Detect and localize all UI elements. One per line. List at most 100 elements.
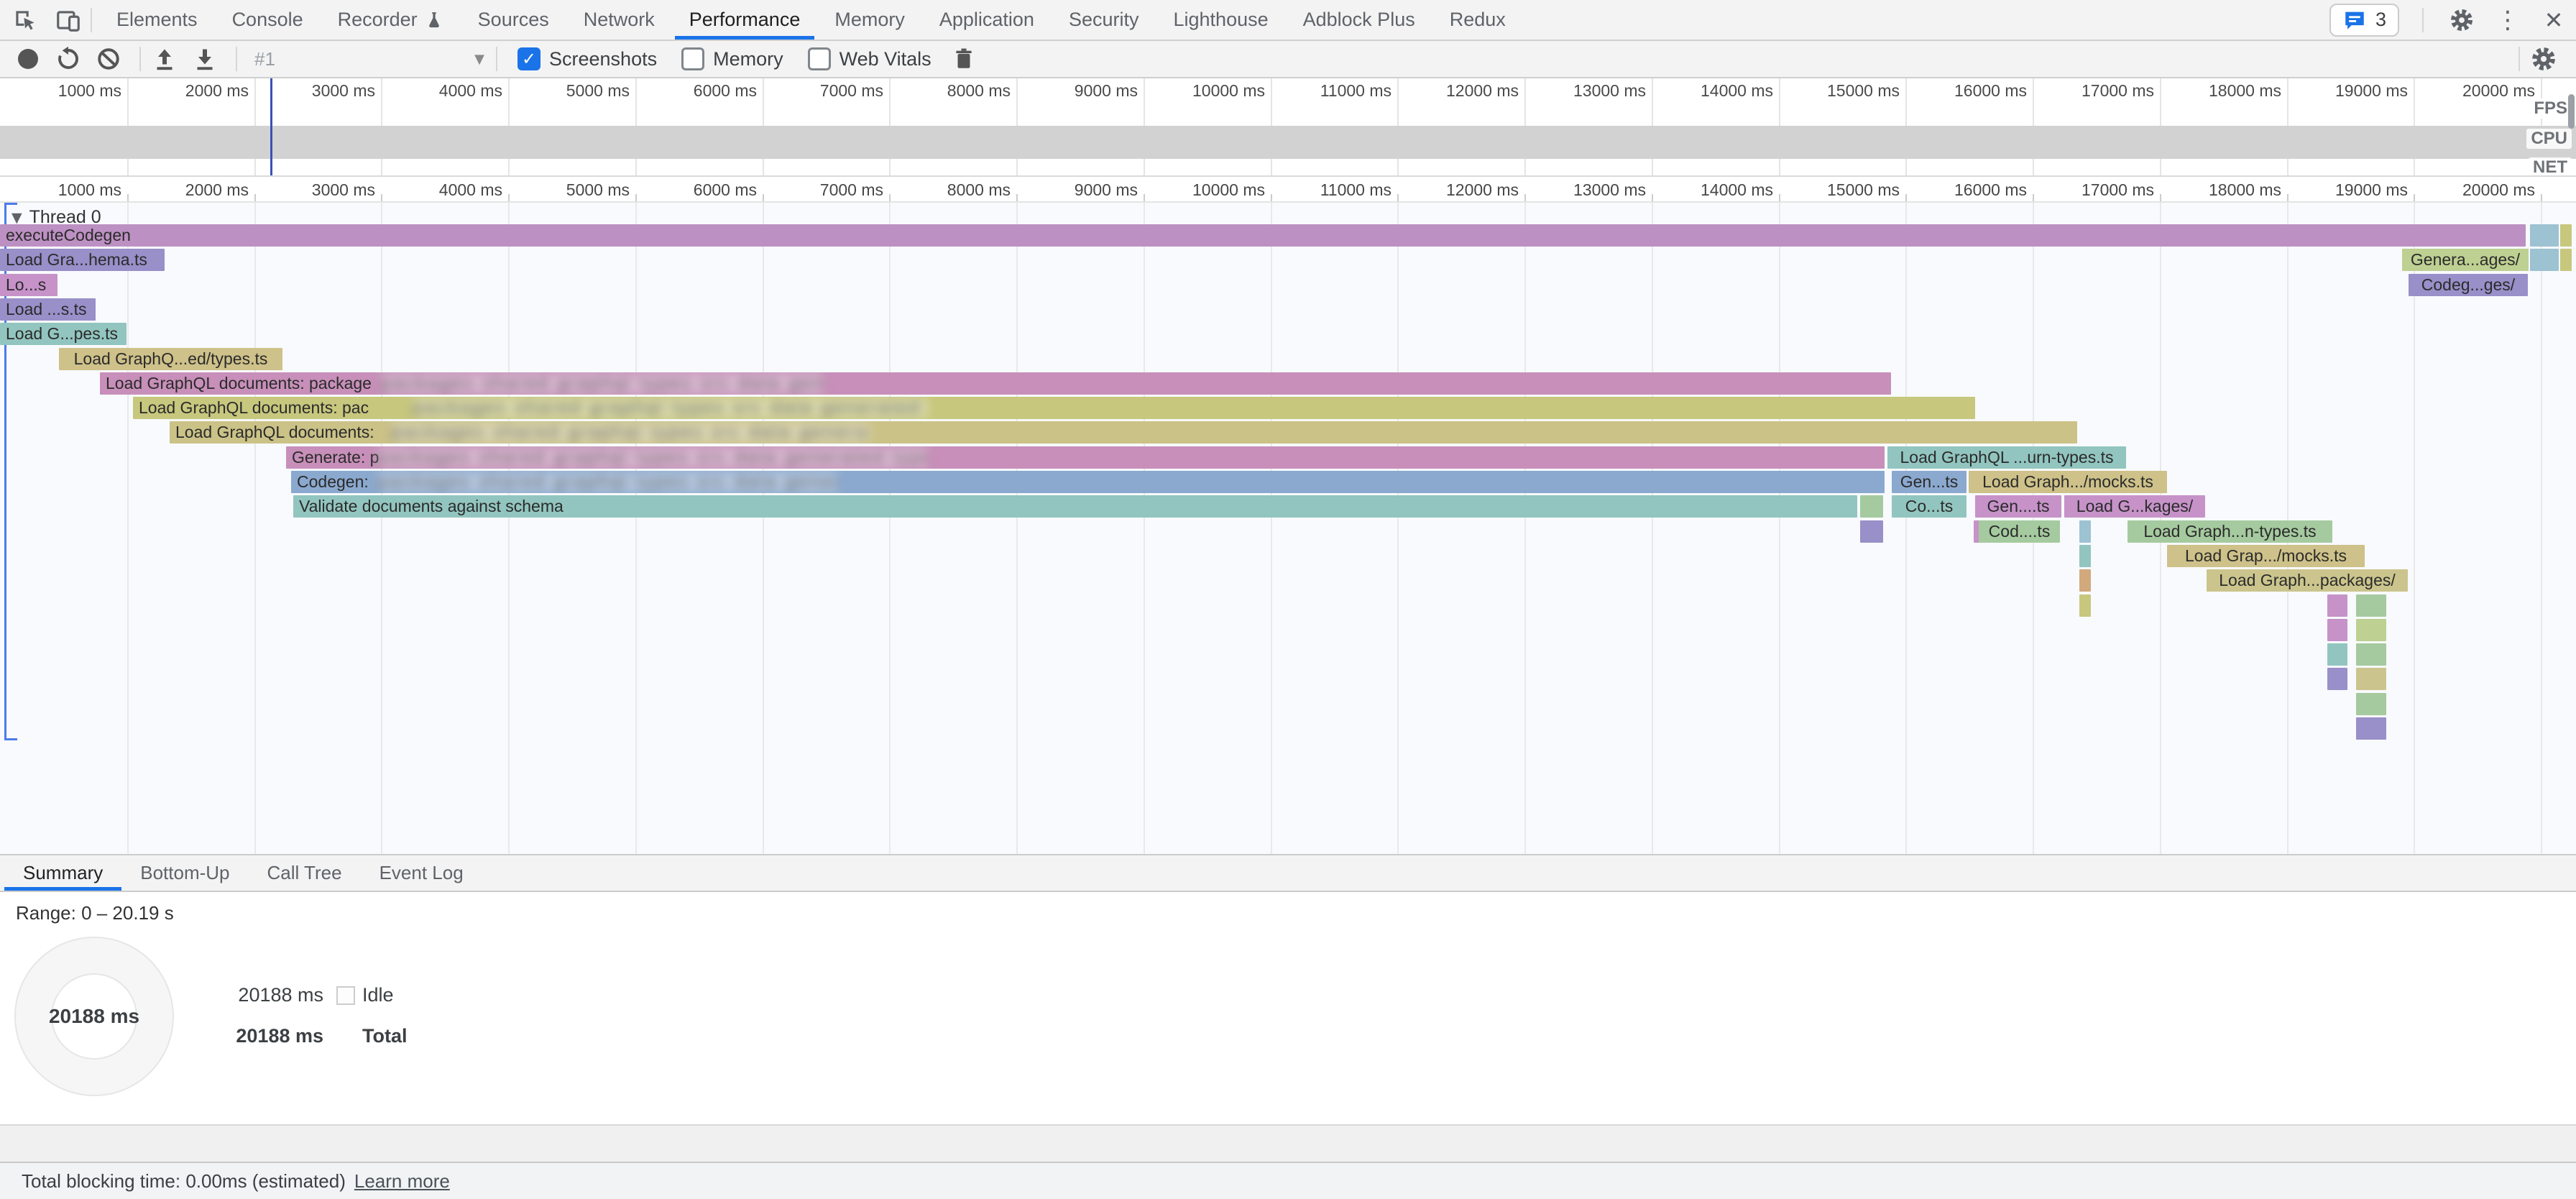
flame-bar-genera-ages[interactable]: Genera...ages/ — [2402, 249, 2529, 271]
flame-bar[interactable] — [2356, 619, 2386, 641]
flame-bar-cod-ts[interactable]: Cod....ts — [1979, 520, 2060, 543]
device-toolbar-icon[interactable] — [53, 5, 83, 35]
ruler-tick-label: 4000 ms — [395, 180, 502, 200]
flame-bar-gen-ts[interactable]: Gen....ts — [1975, 495, 2061, 518]
save-profile-icon[interactable] — [188, 42, 221, 75]
details-tab-call-tree[interactable]: Call Tree — [249, 855, 361, 891]
tab-network[interactable]: Network — [566, 0, 672, 40]
checkbox-memory[interactable]: Memory — [681, 47, 783, 70]
flame-bar-load-graphql-urn-types-ts[interactable]: Load GraphQL ...urn-types.ts — [1887, 446, 2126, 469]
flame-bar-co-ts[interactable]: Co...ts — [1892, 495, 1966, 518]
overview-playhead[interactable] — [270, 78, 272, 175]
flame-bar-load-graph-mocks-ts[interactable]: Load Graph.../mocks.ts — [1969, 471, 2167, 493]
tab-console[interactable]: Console — [215, 0, 321, 40]
tab-application[interactable]: Application — [922, 0, 1052, 40]
flame-bar-lo-s[interactable]: Lo...s — [0, 274, 58, 296]
reload-and-record-icon[interactable] — [52, 42, 85, 75]
tabbar-left-icons — [0, 0, 83, 40]
tab-memory[interactable]: Memory — [817, 0, 922, 40]
flame-bar[interactable] — [2356, 693, 2386, 715]
checkbox-unchecked-icon[interactable] — [808, 47, 831, 70]
flamechart-time-ruler: 1000 ms2000 ms3000 ms4000 ms5000 ms6000 … — [0, 177, 2576, 203]
flame-bar-load-graph-packages[interactable]: Load Graph...packages/ — [2207, 569, 2408, 592]
flame-bar[interactable] — [2560, 249, 2572, 271]
flame-bar[interactable] — [2530, 249, 2559, 271]
details-tab-event-log[interactable]: Event Log — [361, 855, 482, 891]
tab-sources[interactable]: Sources — [461, 0, 566, 40]
clear-recording-icon[interactable] — [92, 42, 125, 75]
flame-bar[interactable] — [2327, 643, 2347, 666]
details-tab-bottom-up[interactable]: Bottom-Up — [121, 855, 248, 891]
flame-gridline — [1779, 203, 1780, 854]
flame-bar[interactable] — [2327, 668, 2347, 690]
flame-bar[interactable] — [2079, 545, 2091, 567]
flame-bar[interactable] — [1860, 495, 1883, 518]
flame-bar[interactable] — [2356, 717, 2386, 740]
flame-bar-load-g-kages[interactable]: Load G...kages/ — [2064, 495, 2205, 518]
flame-bar-load-s-ts[interactable]: Load ...s.ts — [0, 298, 96, 321]
vertical-scrollbar-thumb[interactable] — [2568, 94, 2575, 129]
checkbox-web-vitals[interactable]: Web Vitals — [808, 47, 932, 70]
overview-tick-label: 12000 ms — [1411, 81, 1519, 101]
settings-gear-icon[interactable] — [2447, 5, 2477, 35]
flame-bar[interactable] — [2356, 594, 2386, 617]
flame-bar[interactable] — [2327, 619, 2347, 641]
checkbox-label: Web Vitals — [840, 48, 932, 70]
flame-bar[interactable] — [2079, 520, 2091, 543]
overview-tick-label: 10000 ms — [1157, 81, 1265, 101]
flame-bar[interactable] — [2530, 224, 2559, 247]
flame-bar-load-gra-hema-ts[interactable]: Load Gra...hema.ts — [0, 249, 165, 271]
garbage-collect-icon[interactable] — [947, 42, 980, 75]
tab-recorder[interactable]: Recorder — [321, 0, 461, 40]
flamechart-main[interactable]: ▼ Thread 0 executeCodegenLoad Gra...hema… — [0, 203, 2576, 854]
issues-button[interactable]: 3 — [2329, 4, 2399, 37]
flame-bar-load-graphql-documents-package[interactable]: Load GraphQL documents: packagepackages … — [100, 372, 1891, 395]
flame-bar-load-graphql-documents[interactable]: Load GraphQL documents:packages shared g… — [170, 421, 2077, 444]
flame-bar-load-grap-mocks-ts[interactable]: Load Grap.../mocks.ts — [2167, 545, 2365, 567]
capture-settings-gear-icon[interactable] — [2527, 42, 2560, 75]
more-options-kebab-icon[interactable]: ⋮ — [2493, 5, 2523, 35]
flame-bar-validate-documents-against-schema[interactable]: Validate documents against schema — [293, 495, 1857, 518]
record-button[interactable] — [12, 42, 45, 75]
flame-bar[interactable] — [2327, 594, 2347, 617]
checkbox-screenshots[interactable]: ✓Screenshots — [518, 47, 657, 70]
flame-bar-gen-ts[interactable]: Gen...ts — [1892, 471, 1966, 493]
flame-bar-load-graph-n-types-ts[interactable]: Load Graph...n-types.ts — [2128, 520, 2332, 543]
inspect-element-icon[interactable] — [10, 5, 40, 35]
flame-bar[interactable] — [2560, 224, 2572, 247]
load-profile-icon[interactable] — [148, 42, 181, 75]
ruler-tick-mark — [635, 194, 637, 201]
flame-bar[interactable] — [2356, 668, 2386, 690]
flame-bar-label: Load Graph...packages/ — [2219, 571, 2396, 590]
flame-bar-codeg-ges[interactable]: Codeg...ges/ — [2409, 274, 2528, 296]
flame-bar-executecodegen[interactable]: executeCodegen — [0, 224, 2526, 247]
tab-security[interactable]: Security — [1052, 0, 1156, 40]
flame-bar[interactable] — [1860, 520, 1883, 543]
timeline-overview[interactable]: 1000 ms2000 ms3000 ms4000 ms5000 ms6000 … — [0, 78, 2576, 177]
tab-adblock-plus[interactable]: Adblock Plus — [1286, 0, 1432, 40]
learn-more-link[interactable]: Learn more — [354, 1170, 450, 1193]
flame-bar-load-graphq-ed-types-ts[interactable]: Load GraphQ...ed/types.ts — [59, 348, 282, 370]
flame-bar[interactable] — [2356, 643, 2386, 666]
flame-bar-load-g-pes-ts[interactable]: Load G...pes.ts — [0, 323, 126, 345]
checkbox-unchecked-icon[interactable] — [681, 47, 704, 70]
flame-bar-label: Load Graph.../mocks.ts — [1982, 472, 2153, 492]
flame-bar[interactable] — [2079, 594, 2091, 617]
tab-elements[interactable]: Elements — [99, 0, 215, 40]
flame-bar-generate-p[interactable]: Generate: ppackages shared graphql types… — [286, 446, 1885, 469]
flame-bar-load-graphql-documents-pac[interactable]: Load GraphQL documents: pacpackages shar… — [133, 397, 1975, 419]
details-tab-summary[interactable]: Summary — [4, 855, 121, 891]
tab-lighthouse[interactable]: Lighthouse — [1156, 0, 1286, 40]
flame-bar-codegen[interactable]: Codegen:packages shared graphql types sr… — [291, 471, 1885, 493]
issues-count: 3 — [2375, 9, 2386, 31]
history-dropdown[interactable]: #1 ▼ — [254, 48, 484, 70]
summary-scrollbar-track[interactable] — [0, 1124, 2576, 1162]
flame-bar-label: Load GraphQL documents: pac — [139, 398, 369, 418]
flame-gridline — [889, 203, 891, 854]
tab-performance[interactable]: Performance — [672, 0, 818, 40]
tab-redux[interactable]: Redux — [1432, 0, 1523, 40]
flame-gridline — [1905, 203, 1907, 854]
flame-bar[interactable] — [2079, 569, 2091, 592]
checkbox-checked-icon[interactable]: ✓ — [518, 47, 540, 70]
close-devtools-icon[interactable]: ✕ — [2539, 5, 2569, 35]
